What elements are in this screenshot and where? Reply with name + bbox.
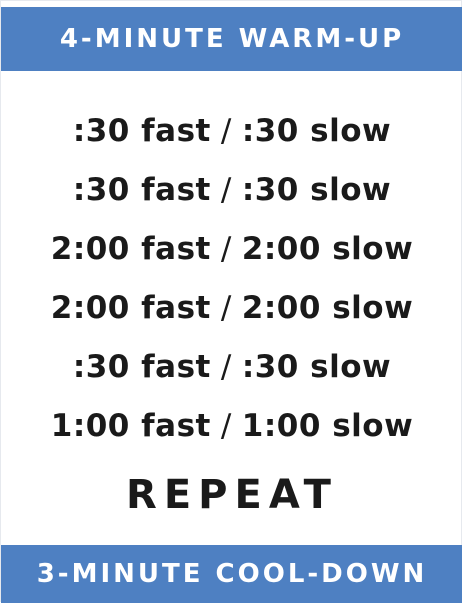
interval-row: :30 fast / :30 slow: [1, 160, 462, 219]
interval-row: :30 fast / :30 slow: [1, 337, 462, 396]
fast-interval: :30 fast: [72, 112, 211, 149]
fast-interval: 2:00 fast: [50, 289, 211, 326]
slow-interval: :30 slow: [241, 112, 392, 149]
interval-separator: /: [220, 230, 232, 267]
repeat-label: REPEAT: [126, 472, 338, 518]
warm-up-banner: 4-MINUTE WARM-UP: [1, 7, 462, 71]
slow-interval: 2:00 slow: [241, 230, 414, 267]
workout-card: 4-MINUTE WARM-UP :30 fast / :30 slow :30…: [0, 0, 462, 603]
interval-list: :30 fast / :30 slow :30 fast / :30 slow …: [1, 101, 462, 455]
interval-separator: /: [220, 348, 232, 385]
warm-up-title: 4-MINUTE WARM-UP: [59, 24, 405, 54]
interval-row: 2:00 fast / 2:00 slow: [1, 219, 462, 278]
fast-interval: :30 fast: [72, 171, 211, 208]
fast-interval: 2:00 fast: [50, 230, 211, 267]
interval-row: 1:00 fast / 1:00 slow: [1, 396, 462, 455]
slow-interval: 2:00 slow: [241, 289, 414, 326]
interval-separator: /: [220, 289, 232, 326]
interval-separator: /: [220, 407, 232, 444]
cool-down-title: 3-MINUTE COOL-DOWN: [36, 559, 428, 589]
slow-interval: :30 slow: [241, 348, 392, 385]
fast-interval: 1:00 fast: [50, 407, 211, 444]
cool-down-banner: 3-MINUTE COOL-DOWN: [1, 545, 462, 603]
interval-row: :30 fast / :30 slow: [1, 101, 462, 160]
interval-row: 2:00 fast / 2:00 slow: [1, 278, 462, 337]
fast-interval: :30 fast: [72, 348, 211, 385]
interval-separator: /: [220, 171, 232, 208]
slow-interval: :30 slow: [241, 171, 392, 208]
slow-interval: 1:00 slow: [241, 407, 414, 444]
interval-separator: /: [220, 112, 232, 149]
